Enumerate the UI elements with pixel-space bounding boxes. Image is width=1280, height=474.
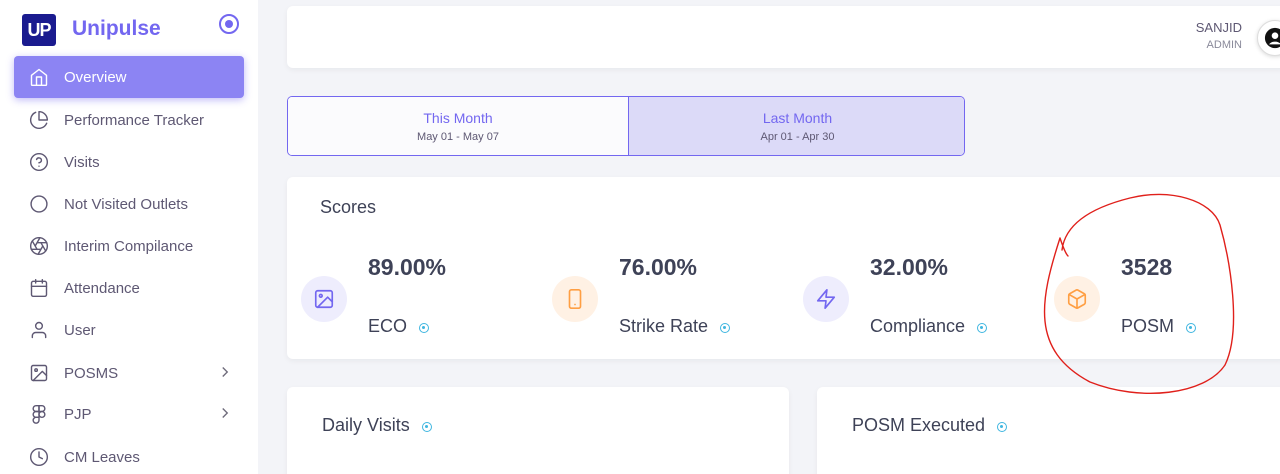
circle-icon xyxy=(28,193,50,215)
aperture-icon xyxy=(28,235,50,257)
sidebar-item-performance-tracker[interactable]: Performance Tracker xyxy=(14,99,244,141)
info-icon[interactable] xyxy=(997,421,1008,432)
info-icon[interactable] xyxy=(720,322,731,333)
sidebar-item-visits[interactable]: Visits xyxy=(14,141,244,183)
sidebar-item-label: Not Visited Outlets xyxy=(64,195,188,213)
sidebar-item-posms[interactable]: POSMS xyxy=(14,352,244,394)
score-label: Compliance xyxy=(870,316,966,336)
sidebar-item-label: POSMS xyxy=(64,364,119,382)
daily-visits-card: Daily Visits xyxy=(287,387,789,474)
score-label: POSM xyxy=(1121,316,1175,336)
score-label-row: POSM xyxy=(1121,316,1197,337)
sidebar-item-label: CM Leaves xyxy=(64,448,140,466)
info-icon[interactable] xyxy=(419,322,430,333)
sidebar-item-cm-leaves[interactable]: CM Leaves xyxy=(14,436,244,474)
sidebar-item-label: User xyxy=(64,321,96,339)
sidebar-toggle-icon[interactable] xyxy=(219,14,239,34)
card-title-text: Daily Visits xyxy=(322,415,410,435)
daily-visits-title: Daily Visits xyxy=(322,415,432,436)
score-value: 89.00% xyxy=(368,254,447,280)
sidebar-item-overview[interactable]: Overview xyxy=(14,56,244,98)
image-icon xyxy=(301,276,347,322)
score-value: 76.00% xyxy=(619,254,698,280)
posm-executed-card: POSM Executed xyxy=(817,387,1280,474)
period-last-month-button[interactable]: Last Month Apr 01 - Apr 30 xyxy=(629,97,964,155)
chevron-right-icon xyxy=(216,404,234,422)
sidebar-item-label: PJP xyxy=(64,405,92,423)
brand-logo: UP xyxy=(22,14,56,46)
top-header: SANJID ADMIN xyxy=(287,6,1280,68)
home-icon xyxy=(28,66,50,88)
score-eco: 89.00% ECO xyxy=(287,177,517,359)
card-title-text: POSM Executed xyxy=(852,415,986,435)
calendar-icon xyxy=(28,277,50,299)
posm-executed-title: POSM Executed xyxy=(852,415,1008,436)
user-avatar-icon[interactable] xyxy=(1257,20,1280,56)
score-label: Strike Rate xyxy=(619,316,709,336)
help-circle-icon xyxy=(28,151,50,173)
info-icon[interactable] xyxy=(421,421,432,432)
score-label-row: Strike Rate xyxy=(619,316,731,337)
sidebar-item-label: Performance Tracker xyxy=(64,111,205,129)
user-icon xyxy=(28,319,50,341)
score-label: ECO xyxy=(368,316,408,336)
period-range: May 01 - May 07 xyxy=(417,131,499,143)
sidebar-item-label: Visits xyxy=(64,153,100,171)
sidebar-item-label: Attendance xyxy=(64,279,140,297)
info-icon[interactable] xyxy=(1186,322,1197,333)
box-icon xyxy=(1054,276,1100,322)
period-title: This Month xyxy=(423,110,493,126)
brand[interactable]: UP Unipulse xyxy=(22,12,244,48)
score-value: 3528 xyxy=(1121,254,1173,280)
sidebar: UP Unipulse Overview Performance Tracker… xyxy=(0,0,258,474)
pie-chart-icon xyxy=(28,109,50,131)
zap-icon xyxy=(803,276,849,322)
score-label-row: ECO xyxy=(368,316,430,337)
brand-name: Unipulse xyxy=(72,17,161,40)
score-strike-rate: 76.00% Strike Rate xyxy=(538,177,768,359)
user-name[interactable]: SANJID xyxy=(1196,20,1242,35)
sidebar-item-not-visited-outlets[interactable]: Not Visited Outlets xyxy=(14,183,244,225)
sidebar-item-user[interactable]: User xyxy=(14,309,244,351)
period-switch: This Month May 01 - May 07 Last Month Ap… xyxy=(287,96,965,156)
sidebar-item-interim-compilance[interactable]: Interim Compilance xyxy=(14,225,244,267)
image-icon xyxy=(28,362,50,384)
sidebar-item-label: Overview xyxy=(64,68,127,86)
clock-icon xyxy=(28,446,50,468)
score-label-row: Compliance xyxy=(870,316,988,337)
sidebar-item-attendance[interactable]: Attendance xyxy=(14,267,244,309)
sidebar-item-pjp[interactable]: PJP xyxy=(14,393,244,435)
score-compliance: 32.00% Compliance xyxy=(789,177,1019,359)
scores-card: Scores 89.00% ECO 76.00% Strike Rate 32.… xyxy=(287,177,1280,359)
user-role: ADMIN xyxy=(1206,39,1242,51)
figma-icon xyxy=(28,403,50,425)
period-title: Last Month xyxy=(762,110,833,126)
sidebar-item-label: Interim Compilance xyxy=(64,237,194,255)
score-posm: 3528 POSM xyxy=(1040,177,1270,359)
period-range: Apr 01 - Apr 30 xyxy=(760,131,835,143)
period-this-month-button[interactable]: This Month May 01 - May 07 xyxy=(288,97,629,155)
tablet-icon xyxy=(552,276,598,322)
score-value: 32.00% xyxy=(870,254,949,280)
chevron-right-icon xyxy=(216,363,234,381)
info-icon[interactable] xyxy=(977,322,988,333)
